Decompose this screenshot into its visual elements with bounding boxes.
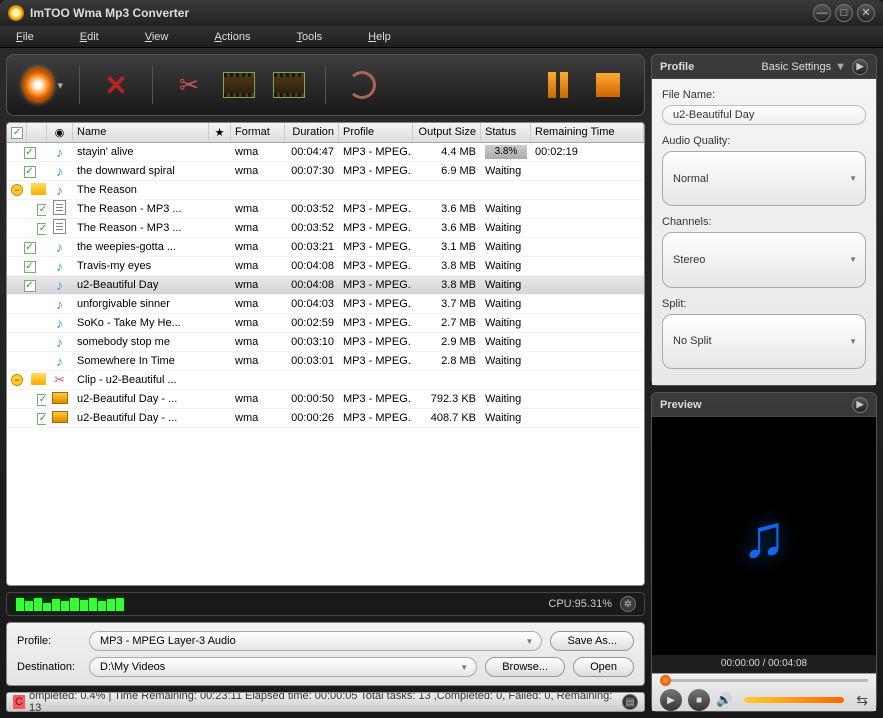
table-row[interactable]: ♪the weepies-gotta ...wma00:03:21MP3 - M… [7,238,644,257]
minimize-button[interactable]: — [813,4,831,22]
maximize-button[interactable]: □ [835,4,853,22]
destination-label: Destination: [17,661,81,673]
file-grid: ◉ Name ★ Format Duration Profile Output … [6,122,645,586]
titlebar: ImTOO Wma Mp3 Converter — □ ✕ [0,0,883,26]
channels-label: Channels: [662,216,866,228]
menu-actions[interactable]: Actions [214,31,250,43]
delete-button[interactable]: ✕ [96,65,136,105]
app-title: ImTOO Wma Mp3 Converter [30,6,809,20]
menu-help[interactable]: Help [368,31,391,43]
grid-body[interactable]: ♪stayin' alivewma00:04:47MP3 - MPEG...4.… [7,143,644,585]
split-combo[interactable]: No Split [662,314,866,369]
table-row[interactable]: The Reason - MP3 ...wma00:03:52MP3 - MPE… [7,200,644,219]
output-settings: Profile: MP3 - MPEG Layer-3 Audio Save A… [6,622,645,686]
table-row[interactable]: ♪Somewhere In Timewma00:03:01MP3 - MPEG.… [7,352,644,371]
header-star[interactable]: ★ [209,123,231,142]
table-row[interactable]: ♪unforgivable sinnerwma00:04:03MP3 - MPE… [7,295,644,314]
grid-header: ◉ Name ★ Format Duration Profile Output … [7,123,644,143]
menu-edit[interactable]: Edit [80,31,99,43]
filename-field[interactable]: u2-Beautiful Day [662,105,866,125]
menu-tools[interactable]: Tools [296,31,322,43]
close-button[interactable]: ✕ [857,4,875,22]
table-row[interactable]: −✂Clip - u2-Beautiful ... [7,371,644,390]
header-type-icon[interactable]: ◉ [47,123,73,142]
cut-button[interactable]: ✂ [169,65,209,105]
cpu-bar: CPU:95.31% ✲ [6,592,645,616]
add-button[interactable]: ▾ [23,65,63,105]
table-row[interactable]: The Reason - MP3 ...wma00:03:52MP3 - MPE… [7,219,644,238]
toolbar: ▾ ✕ ✂ [6,54,645,116]
table-row[interactable]: −♪The Reason [7,181,644,200]
preview-title: Preview [660,399,702,411]
table-row[interactable]: u2-Beautiful Day - ...wma00:00:50MP3 - M… [7,390,644,409]
save-as-button[interactable]: Save As... [550,631,634,651]
preview-time: 00:00:00 / 00:04:08 [652,655,876,673]
pause-button[interactable] [538,65,578,105]
table-row[interactable]: ♪the downward spiralwma00:07:30MP3 - MPE… [7,162,644,181]
stop-button[interactable] [588,65,628,105]
header-format[interactable]: Format [231,123,285,142]
player-controls: ▶ ■ 🔊 ⇆ [652,673,876,711]
status-bar: C ompleted: 0.4% | Time Remaining: 00:23… [6,692,645,712]
destination-combo[interactable]: D:\My Videos [89,657,477,677]
header-profile[interactable]: Profile [339,123,413,142]
profile-panel-title: Profile [660,61,694,73]
seek-slider[interactable] [660,678,868,683]
cpu-meter-icon [15,596,125,612]
play-button[interactable]: ▶ [660,689,682,711]
status-prefix: C [13,695,25,709]
cpu-settings-button[interactable]: ✲ [620,596,636,612]
preview-expand-button[interactable]: ▶ [852,397,868,413]
preview-area: ♫ [652,417,876,655]
snapshot-button[interactable]: ⇆ [856,692,868,709]
status-log-button[interactable]: ▤ [622,694,638,710]
app-logo-icon [8,5,24,21]
cpu-text: CPU:95.31% [548,598,612,610]
channels-combo[interactable]: Stereo [662,232,866,287]
player-stop-button[interactable]: ■ [688,689,710,711]
table-row[interactable]: u2-Beautiful Day - ...wma00:00:26MP3 - M… [7,409,644,428]
merge-button[interactable] [269,65,309,105]
header-check[interactable] [7,123,27,142]
menu-view[interactable]: View [145,31,169,43]
menubar: File Edit View Actions Tools Help [0,26,883,48]
profile-panel: Profile Basic Settings ▼ ▶ File Name: u2… [651,54,877,386]
split-label: Split: [662,298,866,310]
volume-icon[interactable]: 🔊 [716,692,732,708]
header-duration[interactable]: Duration [285,123,339,142]
clip-button[interactable] [219,65,259,105]
volume-slider[interactable] [744,697,844,703]
profile-combo[interactable]: MP3 - MPEG Layer-3 Audio [89,631,542,651]
table-row[interactable]: ♪somebody stop mewma00:03:10MP3 - MPEG..… [7,333,644,352]
table-row[interactable]: ♪SoKo - Take My He...wma00:02:59MP3 - MP… [7,314,644,333]
browse-button[interactable]: Browse... [485,657,565,677]
filename-label: File Name: [662,89,866,101]
header-output[interactable]: Output Size [413,123,481,142]
header-status[interactable]: Status [481,123,531,142]
open-button[interactable]: Open [573,657,634,677]
table-row[interactable]: ♪stayin' alivewma00:04:47MP3 - MPEG...4.… [7,143,644,162]
quality-combo[interactable]: Normal [662,151,866,206]
table-row[interactable]: ♪Travis-my eyeswma00:04:08MP3 - MPEG...3… [7,257,644,276]
basic-settings-label[interactable]: Basic Settings [761,61,831,73]
refresh-button[interactable] [342,65,382,105]
status-text: ompleted: 0.4% | Time Remaining: 00:23:1… [29,692,614,712]
profile-label: Profile: [17,635,81,647]
header-name[interactable]: Name [73,123,209,142]
table-row[interactable]: ♪u2-Beautiful Daywma00:04:08MP3 - MPEG..… [7,276,644,295]
music-note-icon: ♫ [742,502,787,571]
header-remaining[interactable]: Remaining Time [531,123,644,142]
menu-file[interactable]: File [16,31,34,43]
profile-expand-button[interactable]: ▶ [852,59,868,75]
preview-panel: Preview ▶ ♫ 00:00:00 / 00:04:08 ▶ ■ 🔊 ⇆ [651,392,877,712]
quality-label: Audio Quality: [662,135,866,147]
